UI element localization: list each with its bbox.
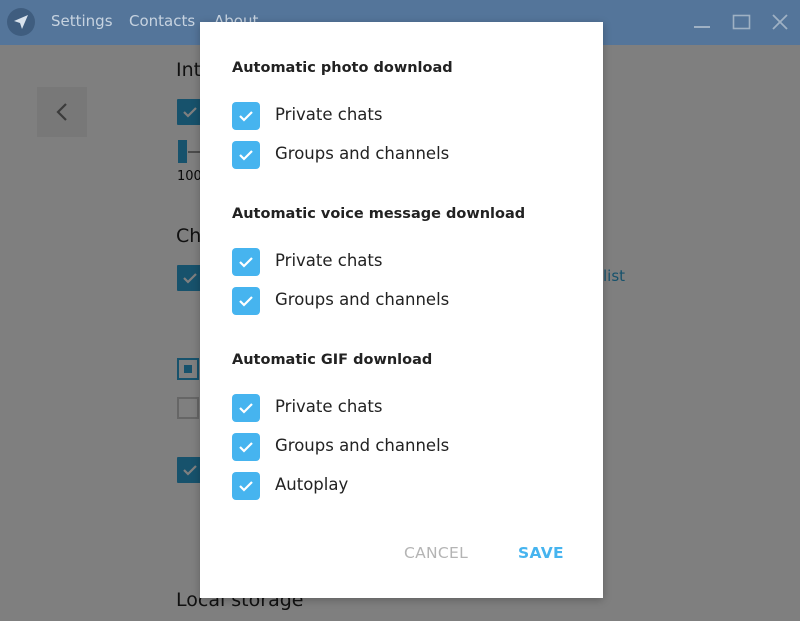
checkbox-checked-icon[interactable] xyxy=(232,248,260,276)
checkbox-checked-icon[interactable] xyxy=(232,102,260,130)
checkbox-checked-icon[interactable] xyxy=(232,433,260,461)
menu-contacts[interactable]: Contacts xyxy=(129,12,195,30)
option-label: Groups and channels xyxy=(275,436,450,455)
cancel-button[interactable]: CANCEL xyxy=(404,544,468,562)
save-button[interactable]: SAVE xyxy=(518,544,564,562)
option-label: Private chats xyxy=(275,105,383,124)
close-icon[interactable] xyxy=(768,10,792,34)
checkbox-checked-icon[interactable] xyxy=(232,472,260,500)
option-label: Groups and channels xyxy=(275,144,450,163)
option-label: Groups and channels xyxy=(275,290,450,309)
checkbox-checked-icon[interactable] xyxy=(232,141,260,169)
option-label: Private chats xyxy=(275,397,383,416)
maximize-icon[interactable] xyxy=(730,10,754,34)
telegram-logo-icon[interactable] xyxy=(7,8,35,36)
section-title-photo: Automatic photo download xyxy=(232,60,453,76)
section-title-voice: Automatic voice message download xyxy=(232,206,526,222)
option-label: Autoplay xyxy=(275,475,349,494)
section-title-gif: Automatic GIF download xyxy=(232,352,433,368)
checkbox-checked-icon[interactable] xyxy=(232,287,260,315)
auto-download-dialog: Automatic photo download Private chats G… xyxy=(200,22,603,598)
checkbox-checked-icon[interactable] xyxy=(232,394,260,422)
menu-settings[interactable]: Settings xyxy=(51,12,113,30)
option-label: Private chats xyxy=(275,251,383,270)
minimize-icon[interactable] xyxy=(690,10,714,34)
